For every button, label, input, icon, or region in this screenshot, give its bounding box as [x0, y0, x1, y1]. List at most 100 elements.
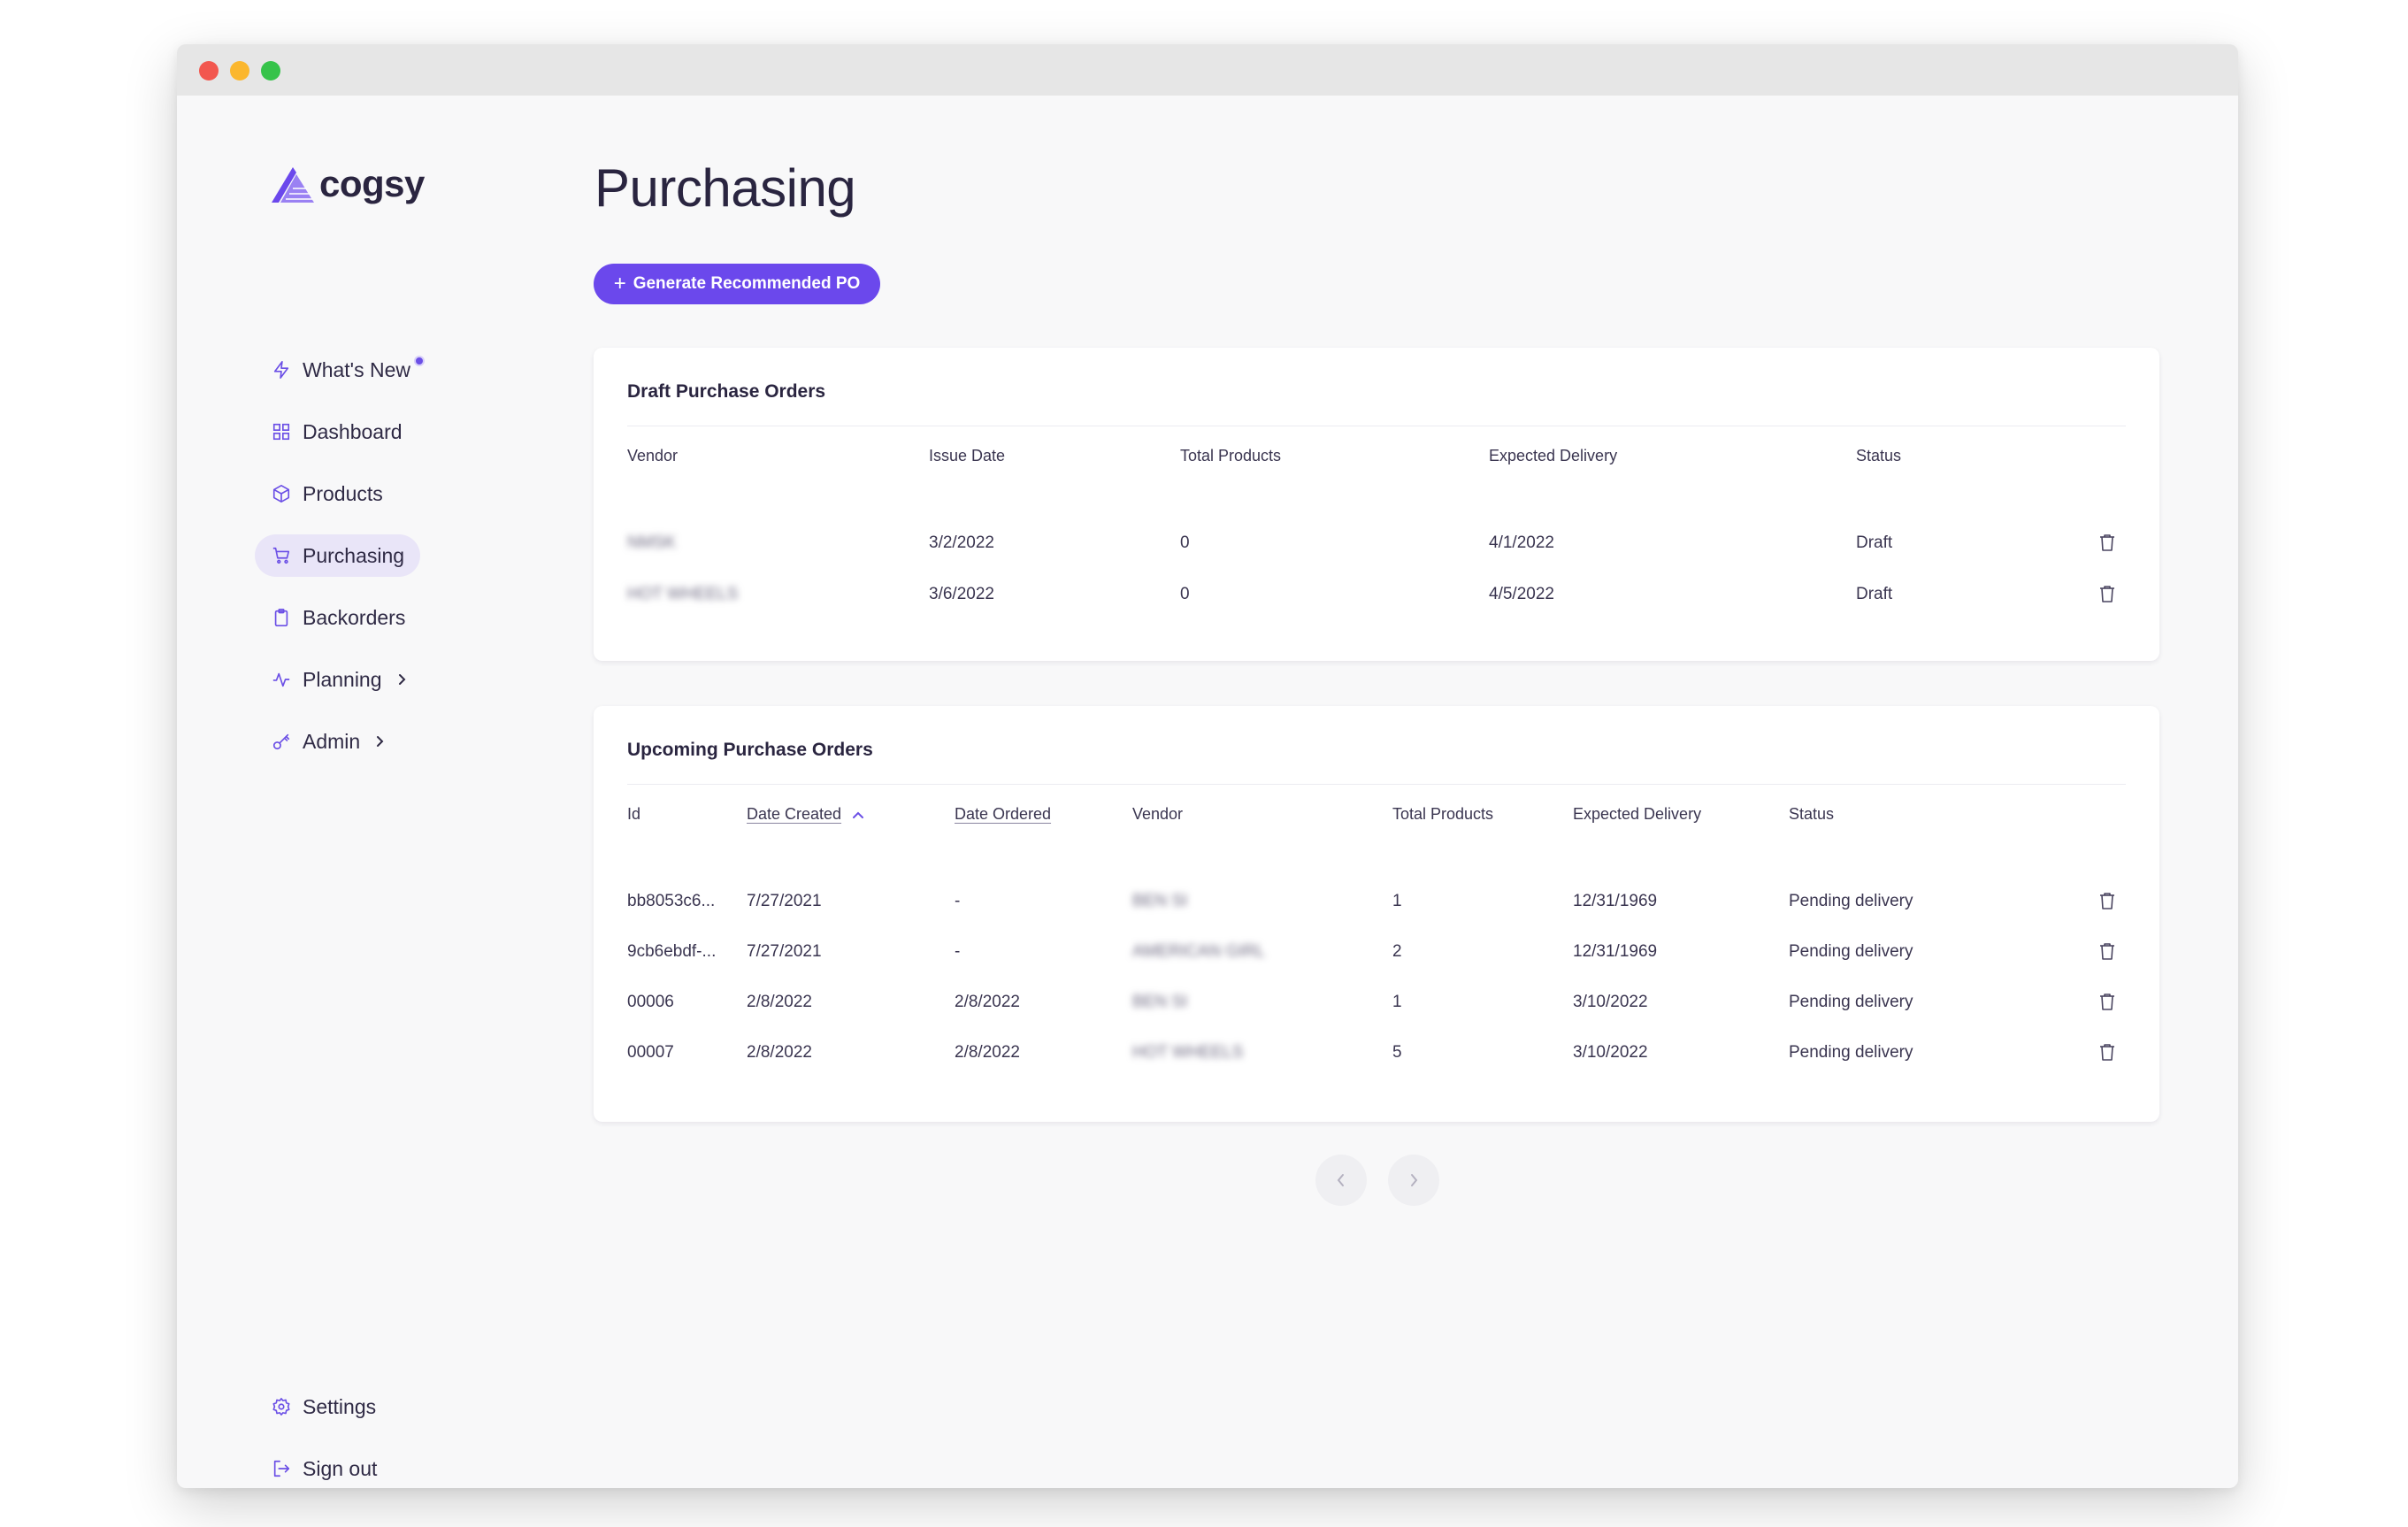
cell-total-products: 1	[1392, 993, 1402, 1011]
sidebar-item-label: Purchasing	[303, 543, 405, 567]
bolt-icon	[271, 359, 292, 380]
sort-ascending-icon	[851, 806, 865, 825]
upcoming-purchase-orders-card: Upcoming Purchase Orders Id Date Created…	[594, 706, 2159, 1122]
minimize-window-button[interactable]	[230, 61, 249, 81]
sidebar-item-label: Sign out	[303, 1456, 378, 1480]
sidebar-item-dashboard[interactable]: Dashboard	[255, 411, 418, 453]
sidebar-item-planning[interactable]: Planning	[255, 658, 425, 701]
clipboard-icon	[271, 607, 292, 628]
cell-date-ordered: 2/8/2022	[955, 993, 1020, 1011]
sidebar-item-admin[interactable]: Admin	[255, 720, 403, 763]
sidebar-item-label: Products	[303, 481, 383, 505]
column-header-issue-date: Issue Date	[929, 447, 1006, 464]
cell-status: Draft	[1856, 585, 1893, 603]
cell-expected-delivery: 4/5/2022	[1489, 585, 1554, 603]
sidebar-item-whats-new[interactable]: What's New	[255, 349, 441, 391]
brand-name: cogsy	[319, 163, 425, 204]
button-label: Generate Recommended PO	[633, 274, 861, 293]
page-title: Purchasing	[594, 158, 856, 218]
cell-status: Pending delivery	[1789, 892, 1913, 910]
column-header-total-products: Total Products	[1392, 805, 1494, 823]
chevron-left-icon	[1337, 1174, 1344, 1186]
trash-icon[interactable]	[2099, 993, 2117, 1010]
sidebar-item-settings[interactable]: Settings	[255, 1385, 392, 1428]
plus-icon: +	[613, 272, 626, 295]
column-header-date-created[interactable]: Date Created	[747, 805, 865, 825]
cell-id[interactable]: 00007	[627, 1043, 674, 1063]
chevron-right-icon	[372, 734, 387, 748]
cell-date-created: 2/8/2022	[747, 1043, 812, 1062]
cell-expected-delivery: 12/31/1969	[1573, 942, 1658, 961]
cell-id[interactable]: bb8053c6...	[627, 892, 715, 911]
cell-date-ordered: -	[955, 892, 961, 910]
column-header-status: Status	[1789, 805, 1835, 823]
chevron-right-icon	[1411, 1174, 1418, 1186]
column-header-label: Date Created	[747, 805, 842, 823]
cell-vendor[interactable]: HOT WHEELS	[627, 585, 738, 604]
window-titlebar	[177, 44, 2238, 96]
trash-icon[interactable]	[2099, 585, 2117, 602]
cell-issue-date: 3/2/2022	[929, 533, 994, 552]
close-window-button[interactable]	[199, 61, 219, 81]
cell-total-products: 0	[1180, 533, 1190, 552]
sidebar-item-label: What's New	[303, 357, 410, 381]
cell-vendor[interactable]: NMSK	[627, 533, 676, 553]
cell-issue-date: 3/6/2022	[929, 585, 994, 603]
cell-status: Draft	[1856, 533, 1893, 552]
cell-expected-delivery: 4/1/2022	[1489, 533, 1554, 552]
column-header-vendor: Vendor	[1132, 805, 1184, 823]
cell-date-ordered: 2/8/2022	[955, 1043, 1020, 1062]
cart-icon	[271, 545, 292, 566]
card-title: Upcoming Purchase Orders	[627, 740, 873, 760]
column-header-expected-delivery: Expected Delivery	[1573, 805, 1702, 823]
cell-expected-delivery: 3/10/2022	[1573, 1043, 1648, 1062]
trash-icon[interactable]	[2099, 942, 2117, 960]
cell-date-ordered: -	[955, 942, 961, 961]
trash-icon[interactable]	[2099, 533, 2117, 551]
column-header-id: Id	[627, 805, 641, 823]
sidebar-item-backorders[interactable]: Backorders	[255, 596, 421, 639]
cell-status: Pending delivery	[1789, 1043, 1913, 1062]
cell-date-created: 2/8/2022	[747, 993, 812, 1011]
maximize-window-button[interactable]	[261, 61, 280, 81]
key-icon	[271, 731, 292, 752]
sidebar-item-purchasing[interactable]: Purchasing	[255, 534, 421, 577]
cube-icon	[271, 483, 292, 504]
logo-mark-icon	[272, 167, 314, 203]
cogsy-logo[interactable]: cogsy	[270, 159, 425, 209]
column-header-date-ordered[interactable]: Date Ordered	[955, 805, 1051, 824]
next-page-button[interactable]	[1388, 1155, 1439, 1206]
trash-icon[interactable]	[2099, 892, 2117, 909]
signout-icon	[271, 1458, 292, 1479]
cell-vendor: HOT WHEELS	[1132, 1043, 1244, 1062]
sidebar-item-label: Dashboard	[303, 419, 403, 443]
cell-date-created: 7/27/2021	[747, 942, 822, 961]
cell-total-products: 5	[1392, 1043, 1402, 1062]
cell-id[interactable]: 00006	[627, 993, 674, 1012]
draft-purchase-orders-card: Draft Purchase Orders Vendor Issue Date …	[594, 348, 2159, 661]
trash-icon[interactable]	[2099, 1043, 2117, 1061]
cell-total-products: 2	[1392, 942, 1402, 961]
column-header-expected-delivery: Expected Delivery	[1489, 447, 1618, 464]
cell-id[interactable]: 9cb6ebdf-...	[627, 942, 716, 962]
sidebar-item-label: Backorders	[303, 605, 406, 629]
cell-date-created: 7/27/2021	[747, 892, 822, 910]
cell-total-products: 1	[1392, 892, 1402, 910]
previous-page-button[interactable]	[1315, 1155, 1367, 1206]
grid-icon	[271, 421, 292, 442]
cell-status: Pending delivery	[1789, 993, 1913, 1011]
column-header-status: Status	[1856, 447, 1902, 464]
cell-total-products: 0	[1180, 585, 1190, 603]
chevron-right-icon	[395, 672, 409, 687]
sidebar-item-label: Admin	[303, 729, 361, 753]
sidebar-item-products[interactable]: Products	[255, 472, 399, 515]
sidebar-item-sign-out[interactable]: Sign out	[255, 1447, 393, 1488]
column-header-total-products: Total Products	[1180, 447, 1282, 464]
gear-icon	[271, 1396, 292, 1417]
activity-icon	[271, 669, 292, 690]
sidebar-item-label: Planning	[303, 667, 382, 691]
column-header-vendor: Vendor	[627, 447, 679, 464]
generate-recommended-po-button[interactable]: + Generate Recommended PO	[594, 264, 880, 304]
card-title: Draft Purchase Orders	[627, 381, 826, 402]
sidebar-item-label: Settings	[303, 1394, 377, 1418]
